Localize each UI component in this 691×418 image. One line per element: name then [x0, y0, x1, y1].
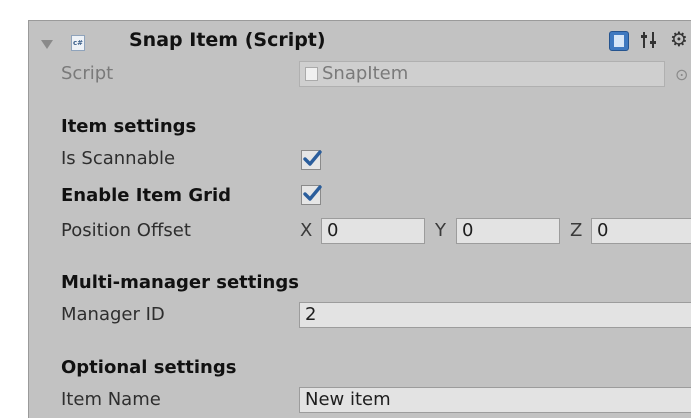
- script-label: Script: [61, 63, 114, 84]
- inspector-panel: c# Snap Item (Script) ⚙ Script SnapItem …: [28, 20, 691, 418]
- csharp-script-icon: c#: [71, 35, 85, 51]
- script-field[interactable]: SnapItem: [299, 61, 665, 87]
- enable-item-grid-label: Enable Item Grid: [61, 185, 232, 206]
- presets-icon[interactable]: [641, 29, 659, 55]
- multi-manager-header: Multi-manager settings: [61, 272, 299, 293]
- z-axis-label: Z: [570, 220, 583, 241]
- is-scannable-label: Is Scannable: [61, 148, 176, 169]
- script-field-value: SnapItem: [322, 63, 409, 84]
- x-axis-label: X: [300, 220, 313, 241]
- item-name-label: Item Name: [61, 389, 161, 410]
- is-scannable-checkbox[interactable]: [301, 150, 322, 170]
- help-book-icon[interactable]: [609, 31, 629, 51]
- page-margin: [0, 384, 28, 417]
- item-name-field[interactable]: New item: [299, 387, 691, 413]
- position-x-field[interactable]: 0: [321, 218, 425, 244]
- script-asset-icon: [305, 67, 318, 81]
- position-y-field[interactable]: 0: [456, 218, 560, 244]
- checkmark-icon: [303, 185, 322, 201]
- component-title: Snap Item (Script): [129, 29, 326, 51]
- y-axis-label: Y: [435, 220, 446, 241]
- checkmark-icon: [303, 150, 322, 166]
- gear-icon[interactable]: ⚙: [670, 27, 688, 51]
- item-settings-header: Item settings: [61, 116, 197, 137]
- position-z-field[interactable]: 0: [591, 218, 691, 244]
- manager-id-label: Manager ID: [61, 304, 165, 325]
- manager-id-field[interactable]: 2: [299, 302, 691, 328]
- foldout-arrow-icon[interactable]: [41, 35, 53, 54]
- position-offset-label: Position Offset: [61, 220, 191, 241]
- enable-item-grid-checkbox[interactable]: [301, 185, 322, 205]
- optional-settings-header: Optional settings: [61, 357, 237, 378]
- object-picker-icon[interactable]: ⊙: [675, 65, 688, 84]
